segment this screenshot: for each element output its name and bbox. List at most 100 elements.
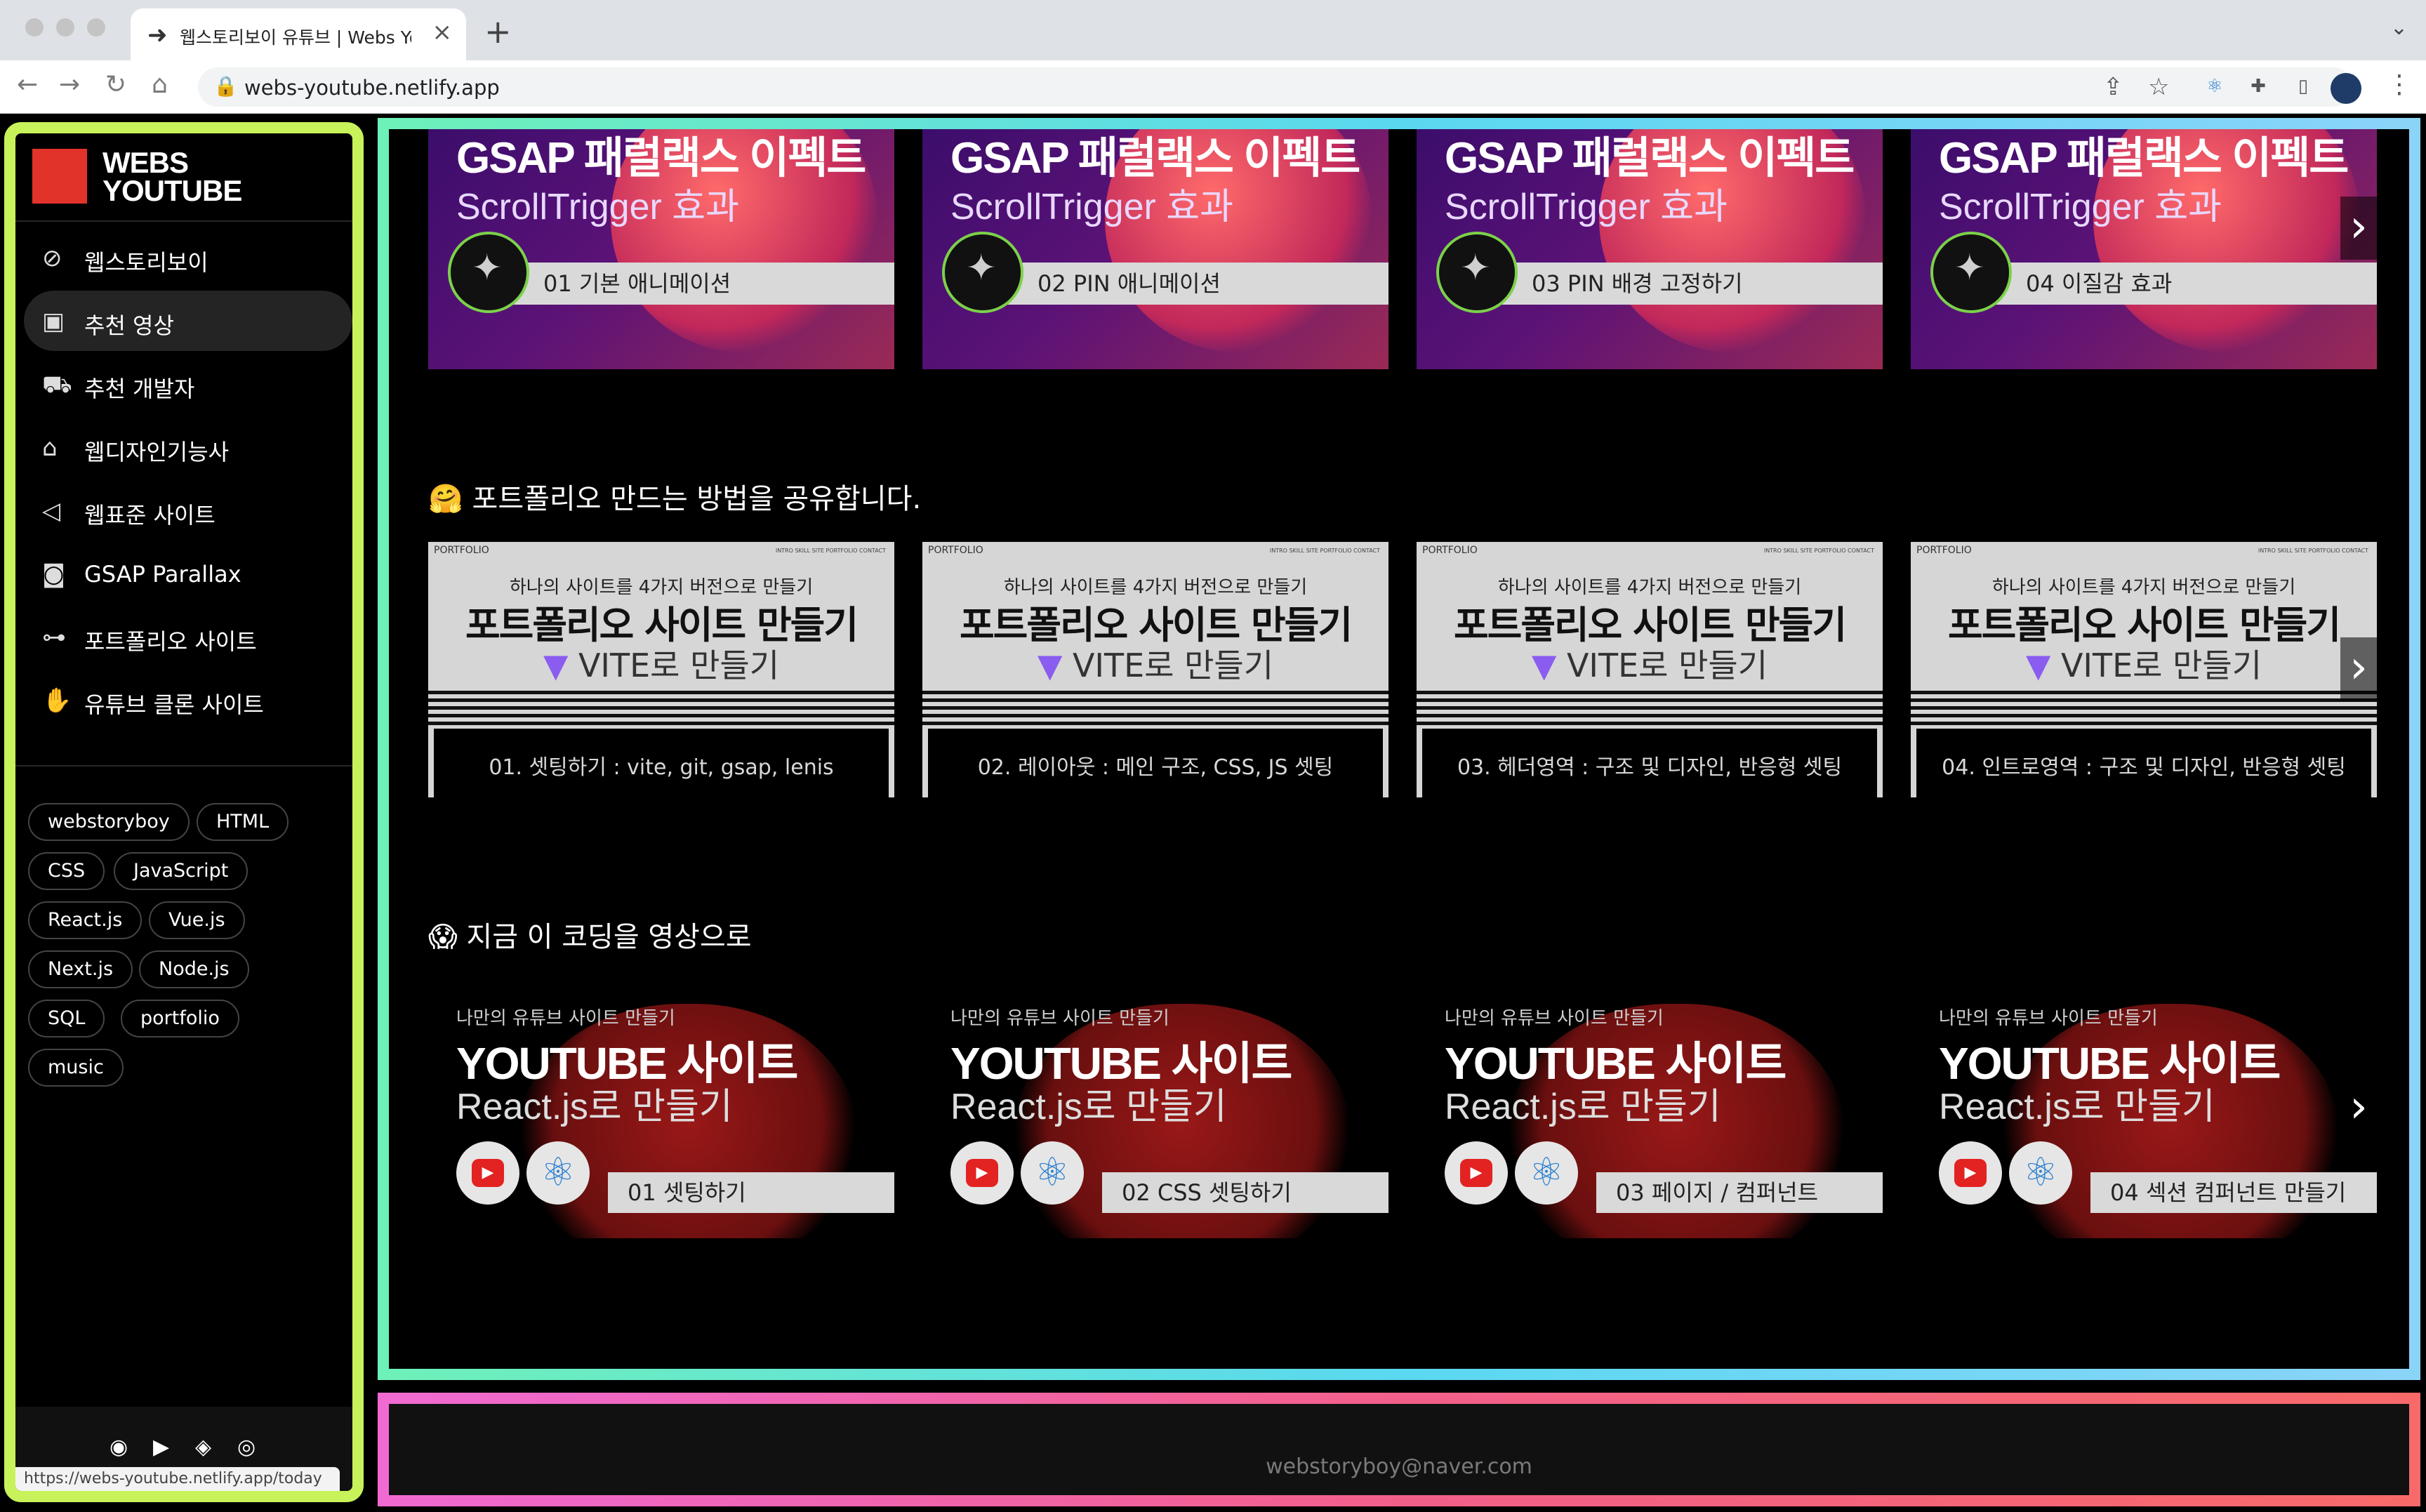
window-zoom-dot[interactable] xyxy=(87,18,105,37)
card-nav-links: INTRO SKILL SITE PORTFOLIO CONTACT xyxy=(2258,548,2368,554)
tag-nodejs[interactable]: Node.js xyxy=(139,950,249,988)
card-subline: ▼ VITE로 만들기 xyxy=(922,640,1388,687)
tag-vuejs[interactable]: Vue.js xyxy=(149,901,245,939)
card-caption: 04. 인트로영역 : 구조 및 디자인, 반응형 셋팅 xyxy=(1942,755,2346,780)
github-icon[interactable]: ◉ xyxy=(110,1435,128,1459)
superhero-icon xyxy=(942,232,1023,313)
tab-search-chevron-icon[interactable]: ⌄ xyxy=(2390,15,2408,40)
card-subline: ▼ VITE로 만들기 xyxy=(428,640,894,687)
tab-close-icon[interactable]: × xyxy=(432,18,453,46)
footer-email[interactable]: webstoryboy@naver.com xyxy=(389,1454,2409,1479)
new-tab-plus-icon[interactable]: + xyxy=(484,13,512,51)
card-caption: 02. 레이아웃 : 메인 구조, CSS, JS 셋팅 xyxy=(977,755,1334,780)
profile-avatar[interactable] xyxy=(2331,73,2361,104)
tag-nextjs[interactable]: Next.js xyxy=(28,950,133,988)
card-caption: 01 기본 애니메이션 xyxy=(498,263,894,305)
tag-css[interactable]: CSS xyxy=(28,852,105,890)
video-card-gsap-2[interactable]: GSAP 패럴랙스 이펙트 ScrollTrigger 효과 02 PIN 애니… xyxy=(922,129,1388,369)
sidebar-item-webstoryboy[interactable]: ⊘ 웹스토리보이 xyxy=(24,227,352,288)
sidebar-item-web-standard[interactable]: ◁ 웹표준 사이트 xyxy=(24,480,352,541)
tag-reactjs[interactable]: React.js xyxy=(28,901,142,939)
video-card-portfolio-2[interactable]: PORTFOLIO INTRO SKILL SITE PORTFOLIO CON… xyxy=(922,542,1388,797)
page-viewport: WEBS YOUTUBE ⊘ 웹스토리보이 ▣ 추천 영상 ⛟ 추천 개발자 ⌂… xyxy=(0,114,2426,1512)
dumbbell-icon: ⊶ xyxy=(42,623,66,651)
card-nav-links: INTRO SKILL SITE PORTFOLIO CONTACT xyxy=(1269,548,1380,554)
card-stripes xyxy=(1911,691,2377,729)
react-logo-icon: ⚛ xyxy=(2009,1141,2072,1205)
back-arrow-icon[interactable]: ← xyxy=(17,70,38,99)
tag-webstoryboy[interactable]: webstoryboy xyxy=(28,803,190,841)
card-subline-text: VITE로 만들기 xyxy=(2060,646,2262,684)
share-icon[interactable]: ⇪ xyxy=(2103,73,2123,101)
sidebar-item-portfolio-site[interactable]: ⊶ 포트폴리오 사이트 xyxy=(24,606,352,667)
youtube-icon[interactable]: ▶ xyxy=(153,1435,169,1459)
card-small-text: 나만의 유튜브 사이트 만들기 xyxy=(1939,1008,2158,1029)
codepen-icon[interactable]: ◈ xyxy=(195,1435,211,1459)
sidebar-item-recommended-developers[interactable]: ⛟ 추천 개발자 xyxy=(24,354,352,414)
card-subline: ScrollTrigger 효과 xyxy=(1445,187,1728,227)
sidebar-item-label: 추천 영상 xyxy=(84,312,174,339)
home-icon[interactable]: ⌂ xyxy=(152,70,168,99)
video-card-gsap-3[interactable]: GSAP 패럴랙스 이펙트 ScrollTrigger 효과 03 PIN 배경… xyxy=(1417,129,1883,369)
tag-portfolio[interactable]: portfolio xyxy=(121,1000,239,1037)
tab-favicon-arrow-icon: ➜ xyxy=(147,21,168,49)
card-subline: React.js로 만들기 xyxy=(456,1087,733,1127)
card-nav-brand: PORTFOLIO xyxy=(1916,545,1972,556)
logo-mark[interactable] xyxy=(32,149,87,204)
tag-html[interactable]: HTML xyxy=(197,803,289,841)
lock-icon[interactable]: 🔒 xyxy=(213,74,238,98)
react-logo-icon: ⚛ xyxy=(1021,1141,1084,1205)
tag-music[interactable]: music xyxy=(28,1049,124,1087)
browser-toolbar: ← → ↻ ⌂ 🔒 webs-youtube.netlify.app ⇪ ☆ ⚛… xyxy=(0,60,2426,114)
carousel-next-chevron-icon[interactable]: › xyxy=(2340,1077,2377,1140)
card-subline: React.js로 만들기 xyxy=(1939,1087,2215,1127)
youtube-logo-icon xyxy=(1445,1141,1508,1205)
video-card-youtube-4[interactable]: 나만의 유튜브 사이트 만들기 YOUTUBE 사이트 React.js로 만들… xyxy=(1911,983,2377,1238)
browser-tab[interactable]: ➜ 웹스토리보이 유튜브 | Webs Youtube × xyxy=(131,8,466,60)
address-url[interactable]: webs-youtube.netlify.app xyxy=(244,76,500,100)
side-panel-icon[interactable]: ▯ xyxy=(2291,74,2315,98)
address-bar[interactable]: 🔒 webs-youtube.netlify.app ⇪ ☆ xyxy=(198,67,2353,107)
video-card-youtube-2[interactable]: 나만의 유튜브 사이트 만들기 YOUTUBE 사이트 React.js로 만들… xyxy=(922,983,1388,1238)
video-card-gsap-4[interactable]: GSAP 패럴랙스 이펙트 ScrollTrigger 효과 04 이질감 효과 xyxy=(1911,129,2377,369)
vite-logo-icon: ▼ xyxy=(2025,646,2051,684)
react-logo-icon: ⚛ xyxy=(526,1141,590,1205)
bookmark-star-icon[interactable]: ☆ xyxy=(2148,73,2169,101)
card-nav-brand: PORTFOLIO xyxy=(1422,545,1478,556)
sidebar-divider xyxy=(15,220,352,222)
card-nav-links: INTRO SKILL SITE PORTFOLIO CONTACT xyxy=(775,548,886,554)
video-card-portfolio-1[interactable]: PORTFOLIO INTRO SKILL SITE PORTFOLIO CON… xyxy=(428,542,894,797)
sidebar-item-recommended-videos[interactable]: ▣ 추천 영상 xyxy=(24,291,352,351)
window-close-dot[interactable] xyxy=(25,18,44,37)
compass-icon: ⊘ xyxy=(42,244,62,272)
video-card-youtube-1[interactable]: 나만의 유튜브 사이트 만들기 YOUTUBE 사이트 React.js로 만들… xyxy=(428,983,894,1238)
sidebar-item-gsap-parallax[interactable]: ◙ GSAP Parallax xyxy=(24,543,352,604)
vite-logo-icon: ▼ xyxy=(1037,646,1063,684)
section-title-youtube: 😱 지금 이 코딩을 영상으로 xyxy=(428,921,752,953)
card-caption: 04 섹션 컴퍼넌트 만들기 xyxy=(2090,1172,2377,1213)
forward-arrow-icon[interactable]: → xyxy=(59,70,80,99)
tag-sql[interactable]: SQL xyxy=(28,1000,105,1037)
extensions-puzzle-icon[interactable]: ✚ xyxy=(2246,74,2270,98)
video-card-gsap-1[interactable]: GSAP 패럴랙스 이펙트 ScrollTrigger 효과 01 기본 애니메… xyxy=(428,129,894,369)
video-icon: ▣ xyxy=(42,307,65,336)
card-caption: 04 이질감 효과 xyxy=(1981,263,2377,305)
logo-line-2: YOUTUBE xyxy=(102,174,242,207)
video-card-portfolio-4[interactable]: PORTFOLIO INTRO SKILL SITE PORTFOLIO CON… xyxy=(1911,542,2377,797)
sidebar-item-web-design[interactable]: ⌂ 웹디자인기능사 xyxy=(24,417,352,477)
sidebar-item-youtube-clone[interactable]: ✋ 유튜브 클론 사이트 xyxy=(24,670,352,730)
tag-javascript[interactable]: JavaScript xyxy=(114,852,248,890)
window-minimize-dot[interactable] xyxy=(56,18,74,37)
react-devtools-extension-icon[interactable]: ⚛ xyxy=(2203,74,2227,98)
carousel-next-chevron-icon[interactable]: › xyxy=(2340,197,2377,260)
react-logo-icon: ⚛ xyxy=(1515,1141,1578,1205)
browser-menu-icon[interactable]: ⋮ xyxy=(2387,70,2412,99)
video-card-youtube-3[interactable]: 나만의 유튜브 사이트 만들기 YOUTUBE 사이트 React.js로 만들… xyxy=(1417,983,1883,1238)
card-small-text: 나만의 유튜브 사이트 만들기 xyxy=(1445,1008,1664,1029)
card-nav-links: INTRO SKILL SITE PORTFOLIO CONTACT xyxy=(1763,548,1874,554)
instagram-icon[interactable]: ◎ xyxy=(237,1435,256,1459)
carousel-next-chevron-icon[interactable]: › xyxy=(2340,637,2377,701)
logo-text[interactable]: WEBS YOUTUBE xyxy=(102,148,242,207)
reload-icon[interactable]: ↻ xyxy=(105,70,126,99)
video-card-portfolio-3[interactable]: PORTFOLIO INTRO SKILL SITE PORTFOLIO CON… xyxy=(1417,542,1883,797)
